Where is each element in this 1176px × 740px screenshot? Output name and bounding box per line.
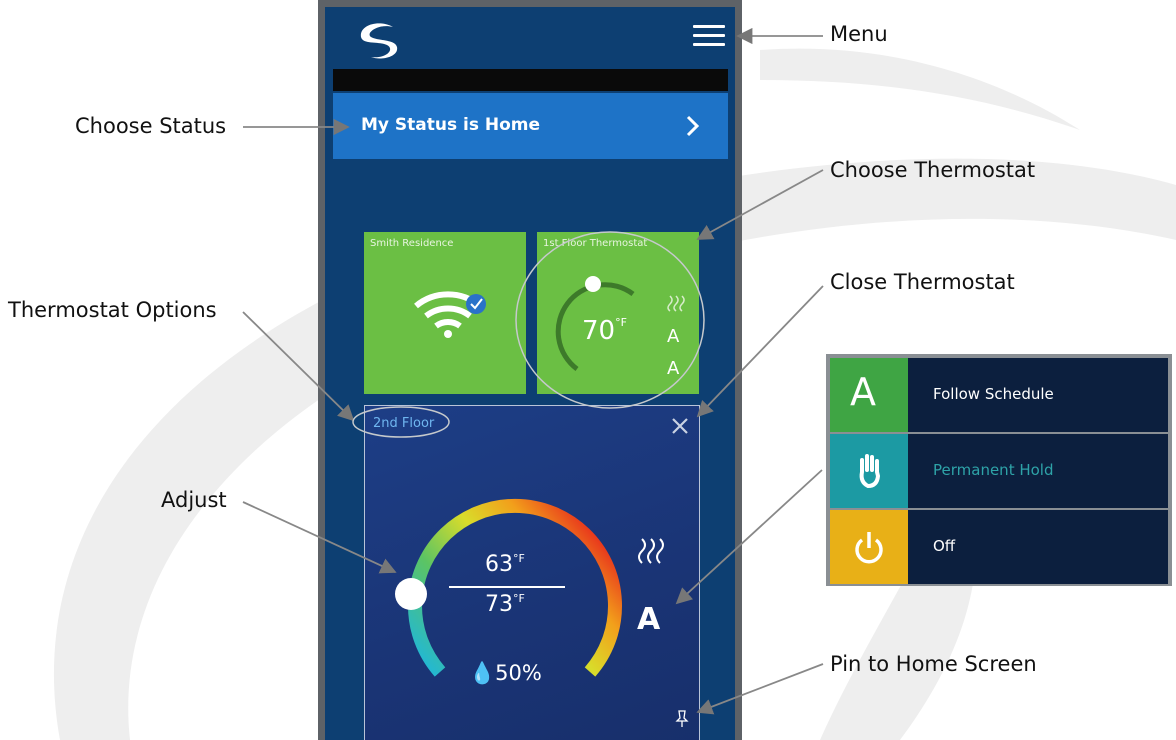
option-permanent-hold[interactable]: Permanent Hold <box>830 434 1168 508</box>
tile-temp: 70°F <box>582 316 627 346</box>
schedule-icon: A <box>667 326 680 347</box>
callout-close-thermostat: Close Thermostat <box>830 270 1015 294</box>
setpoint-cool: 73°F <box>485 592 525 617</box>
app-screen: My Status is Home Smith Residence 1st Fl… <box>325 7 735 740</box>
dial-handle[interactable] <box>395 578 427 610</box>
chevron-right-icon <box>686 115 700 137</box>
pin-icon[interactable] <box>675 710 689 728</box>
callout-thermostat-options: Thermostat Options <box>8 298 217 322</box>
tile-title: Smith Residence <box>370 238 454 249</box>
option-label: Permanent Hold <box>933 461 1054 479</box>
setpoint-divider <box>449 586 565 588</box>
callout-menu: Menu <box>830 22 888 46</box>
auto-icon: A <box>667 358 680 379</box>
schedule-icon[interactable]: A <box>637 602 660 637</box>
header-bar <box>333 69 728 91</box>
option-follow-schedule[interactable]: A Follow Schedule <box>830 358 1168 432</box>
status-button[interactable]: My Status is Home <box>333 93 728 159</box>
tile-title: 1st Floor Thermostat <box>543 238 648 249</box>
callout-choose-status: Choose Status <box>75 114 227 138</box>
option-label: Follow Schedule <box>933 385 1054 403</box>
menu-icon[interactable] <box>693 25 725 51</box>
heat-icon[interactable] <box>637 536 667 566</box>
phone-frame: My Status is Home Smith Residence 1st Fl… <box>318 0 742 740</box>
thermostat-options-menu: A Follow Schedule Permanent Hold Off <box>826 354 1172 586</box>
heat-icon <box>667 295 685 312</box>
callout-choose-thermostat: Choose Thermostat <box>830 158 1036 182</box>
hand-icon <box>830 434 908 508</box>
callout-pin: Pin to Home Screen <box>830 652 1037 676</box>
option-label: Off <box>933 537 956 555</box>
tile-1st-floor-thermostat[interactable]: 1st Floor Thermostat 70°F A A <box>537 232 699 394</box>
schedule-icon: A <box>830 358 908 432</box>
option-off[interactable]: Off <box>830 510 1168 584</box>
app-logo <box>360 23 398 59</box>
close-icon[interactable] <box>670 416 690 436</box>
power-icon <box>830 510 908 584</box>
setpoint-heat: 63°F <box>485 552 525 577</box>
wifi-icon <box>414 291 486 338</box>
droplet-icon: 💧 <box>469 661 496 685</box>
thermostat-name[interactable]: 2nd Floor <box>373 416 434 431</box>
callout-adjust: Adjust <box>161 488 227 512</box>
status-label: My Status is Home <box>361 115 541 135</box>
tile-smith-residence[interactable]: Smith Residence <box>364 232 526 394</box>
thermostat-panel: 2nd Floor 63°F 73°F 💧50% A <box>364 405 700 740</box>
humidity-readout: 💧50% <box>469 661 542 685</box>
